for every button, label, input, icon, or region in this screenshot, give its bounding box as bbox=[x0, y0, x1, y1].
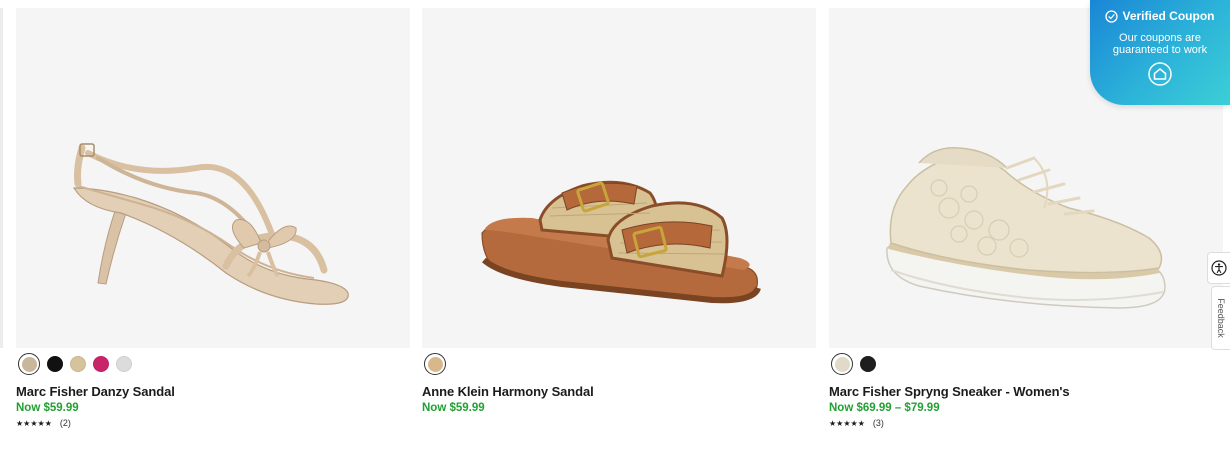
feedback-tab[interactable]: Feedback bbox=[1211, 286, 1230, 350]
product-card[interactable]: Marc Fisher Danzy Sandal Now $59.99 ★★★★… bbox=[16, 8, 410, 428]
product-name[interactable]: Marc Fisher Spryng Sneaker - Women's bbox=[829, 384, 1223, 399]
coupon-title: Verified Coupon bbox=[1090, 9, 1230, 23]
color-swatch[interactable] bbox=[47, 356, 63, 372]
product-image[interactable] bbox=[422, 8, 816, 348]
color-swatches bbox=[829, 352, 1223, 376]
product-price: Now $59.99 bbox=[16, 402, 79, 414]
product-price: Now $69.99 – $79.99 bbox=[829, 402, 940, 414]
color-swatch[interactable] bbox=[831, 353, 853, 375]
product-name[interactable]: Anne Klein Harmony Sandal bbox=[422, 384, 816, 399]
product-grid-page: Marc Fisher Danzy Sandal Now $59.99 ★★★★… bbox=[0, 0, 1230, 460]
home-icon[interactable] bbox=[1148, 62, 1172, 86]
product-card[interactable]: Anne Klein Harmony Sandal Now $59.99 bbox=[422, 8, 816, 414]
feedback-label: Feedback bbox=[1216, 298, 1226, 338]
color-swatch[interactable] bbox=[860, 356, 876, 372]
swatch-fill bbox=[834, 356, 850, 372]
coupon-title-text: Verified Coupon bbox=[1122, 9, 1215, 23]
product-price: Now $59.99 bbox=[422, 402, 485, 414]
color-swatches bbox=[422, 352, 816, 376]
product-image[interactable] bbox=[16, 8, 410, 348]
check-circle-icon bbox=[1105, 9, 1119, 23]
color-swatch[interactable] bbox=[70, 356, 86, 372]
strappy-heel-sandal-image bbox=[72, 143, 349, 305]
swatch-fill bbox=[427, 356, 443, 372]
product-rating[interactable]: ★★★★★ (2) bbox=[16, 418, 410, 428]
swatch-fill bbox=[21, 356, 37, 372]
color-swatch[interactable] bbox=[116, 356, 132, 372]
review-count: (3) bbox=[872, 418, 884, 428]
product-rating[interactable]: ★★★★★ (3) bbox=[829, 418, 1223, 428]
color-swatch[interactable] bbox=[18, 353, 40, 375]
previous-card-edge bbox=[0, 8, 3, 348]
accessibility-icon bbox=[1211, 260, 1227, 276]
star-rating-icon: ★★★★★ bbox=[16, 418, 52, 428]
verified-coupon-badge[interactable]: Verified Coupon Our coupons are guarante… bbox=[1090, 0, 1230, 105]
review-count: (2) bbox=[59, 418, 71, 428]
color-swatch[interactable] bbox=[93, 356, 109, 372]
color-swatch[interactable] bbox=[424, 353, 446, 375]
product-name[interactable]: Marc Fisher Danzy Sandal bbox=[16, 384, 410, 399]
color-swatches bbox=[16, 352, 410, 376]
accessibility-button[interactable] bbox=[1207, 252, 1230, 284]
star-rating-icon: ★★★★★ bbox=[829, 418, 865, 428]
coupon-subtitle: Our coupons are guaranteed to work bbox=[1112, 32, 1208, 56]
buckle-slide-sandal-image bbox=[481, 180, 761, 304]
